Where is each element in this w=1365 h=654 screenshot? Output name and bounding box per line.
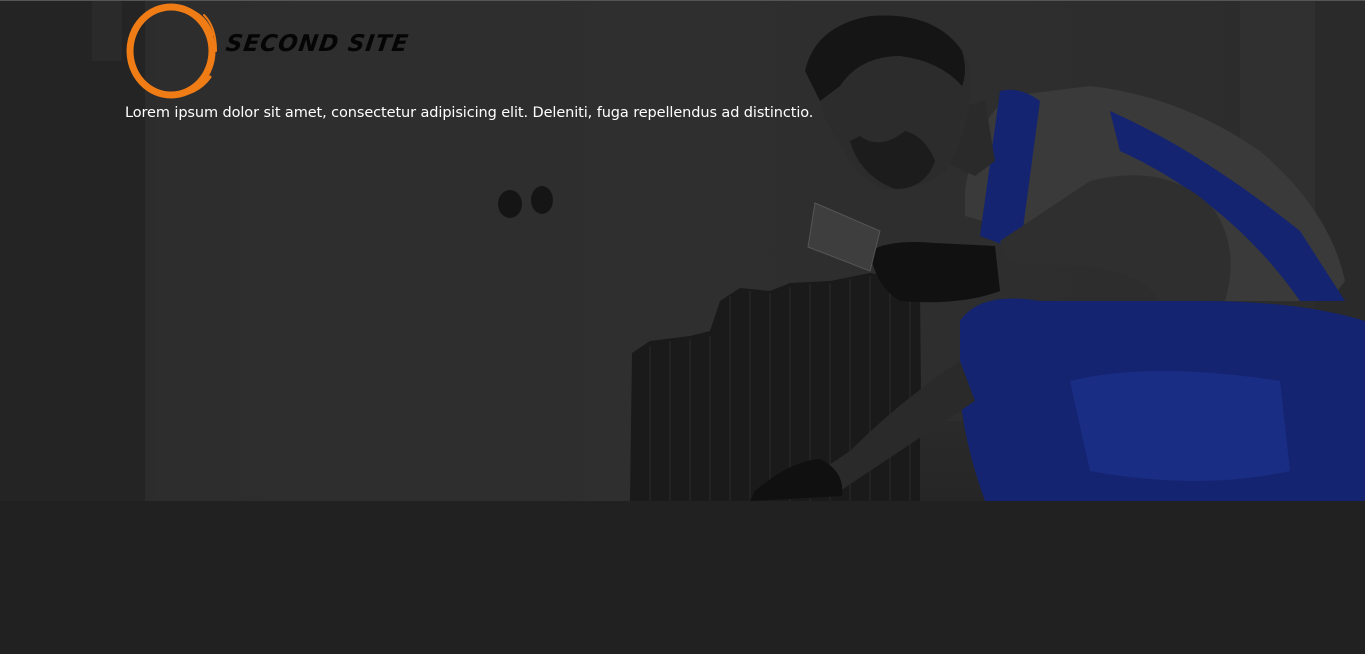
page: Second Site Lorem ipsum dolor sit amet, … [0,0,1365,654]
brush-circle-icon [126,3,217,99]
hero-tagline: Lorem ipsum dolor sit amet, consectetur … [125,105,814,121]
site-logo[interactable]: Second Site [124,1,424,103]
hero-banner: Second Site Lorem ipsum dolor sit amet, … [0,1,1365,501]
content-area [0,501,1365,654]
site-name: Second Site [224,31,411,57]
